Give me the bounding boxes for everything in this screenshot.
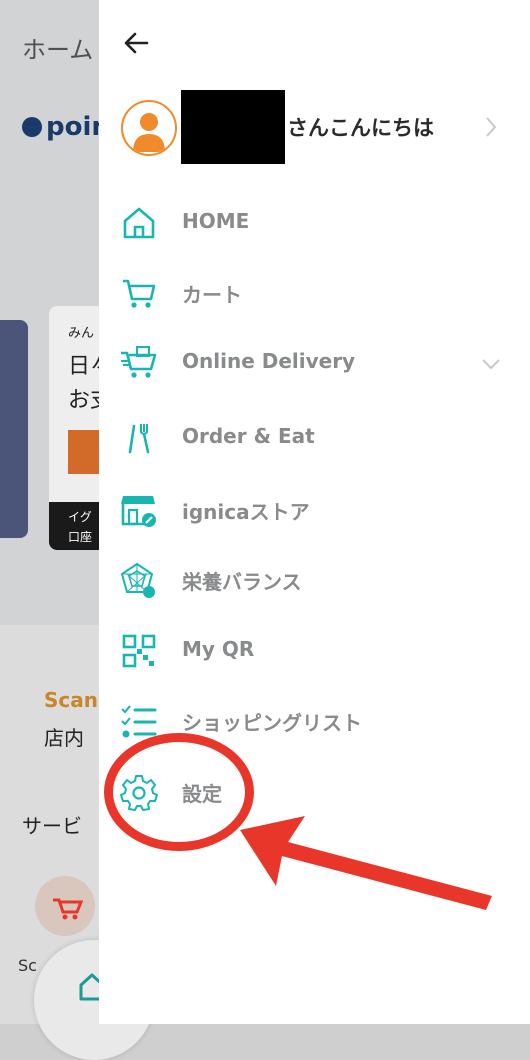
logo-mark-icon: [22, 117, 42, 137]
menu-item-online-delivery[interactable]: Online Delivery: [99, 335, 530, 391]
cart-icon: [119, 273, 159, 313]
utensils-icon: [119, 418, 159, 458]
store-icon: [119, 490, 159, 530]
redacted-user-name: [181, 90, 285, 164]
background-page-title: ホーム: [22, 36, 94, 64]
menu-item-ignica-store[interactable]: ignicaストア: [99, 482, 530, 538]
promo-footer-line1: イグ: [68, 510, 92, 524]
qr-code-icon: [119, 631, 159, 671]
menu-item-label: 栄養バランス: [182, 570, 302, 594]
nutrition-chart-icon: [119, 560, 159, 600]
background-logo: poin: [22, 112, 110, 142]
menu-item-label: Online Delivery: [182, 349, 356, 373]
menu-item-home[interactable]: HOME: [99, 195, 530, 251]
promo-card-caption: みん: [68, 326, 95, 341]
menu-item-label: ショッピングリスト: [182, 711, 362, 735]
checklist-icon: [119, 701, 159, 741]
back-arrow-icon[interactable]: [121, 28, 151, 58]
annotation-arrow-icon: [230, 800, 500, 919]
menu-item-cart[interactable]: カート: [99, 265, 530, 321]
background-shop-label: 店内: [44, 726, 84, 750]
menu-item-label: HOME: [182, 209, 250, 233]
menu-item-label: Order & Eat: [182, 424, 315, 448]
background-service-icon: [35, 876, 95, 936]
profile-header[interactable]: さんこんにちは: [119, 90, 515, 164]
menu-item-label: My QR: [182, 637, 255, 661]
background-service-label: Sc: [18, 956, 37, 975]
background-banner-card: [0, 320, 28, 538]
background-service-heading: サービ: [22, 814, 82, 838]
promo-footer-line2: 口座: [68, 530, 93, 544]
avatar: [121, 100, 177, 156]
menu-item-my-qr[interactable]: My QR: [99, 623, 530, 679]
menu-item-order-eat[interactable]: Order & Eat: [99, 410, 530, 466]
background-scan-label: Scan: [44, 688, 98, 712]
greeting-text: さんこんにちは: [287, 116, 434, 140]
delivery-cart-icon: [119, 343, 159, 383]
menu-item-label: ignicaストア: [182, 500, 310, 524]
menu-item-label: カート: [182, 283, 242, 307]
chevron-right-icon: [485, 116, 497, 142]
home-icon: [119, 203, 159, 243]
menu-item-nutrition-balance[interactable]: 栄養バランス: [99, 552, 530, 608]
chevron-down-icon[interactable]: [481, 355, 501, 374]
